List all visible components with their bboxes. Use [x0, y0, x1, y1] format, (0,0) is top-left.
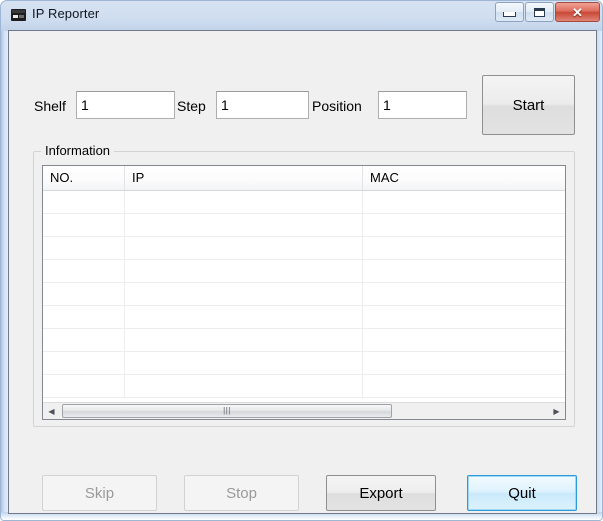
scroll-right-arrow-icon[interactable]: ▶: [548, 403, 565, 419]
information-listview[interactable]: NO. IP MAC ◀ ||| ▶: [42, 165, 566, 420]
table-cell-mac: [363, 214, 565, 236]
table-row[interactable]: [43, 237, 565, 260]
table-row[interactable]: [43, 375, 565, 398]
table-cell-mac: [363, 260, 565, 282]
position-input[interactable]: [378, 91, 467, 119]
column-header-mac[interactable]: MAC: [363, 166, 565, 190]
scrollbar-thumb[interactable]: |||: [62, 404, 392, 418]
window-controls: ✕: [494, 2, 600, 22]
table-cell-no: [43, 352, 125, 374]
window-frame-left: [1, 31, 8, 520]
quit-button[interactable]: Quit: [467, 475, 577, 511]
client-area: Shelf Step Position Start Information NO…: [8, 30, 597, 514]
title-bar[interactable]: IP Reporter ✕: [1, 1, 602, 30]
step-input[interactable]: [216, 91, 309, 119]
table-row[interactable]: [43, 214, 565, 237]
minimize-icon: [503, 12, 516, 17]
column-header-no[interactable]: NO.: [43, 166, 125, 190]
table-cell-ip: [125, 306, 363, 328]
shelf-label: Shelf: [34, 98, 66, 114]
maximize-button[interactable]: [525, 2, 554, 22]
stop-button[interactable]: Stop: [184, 475, 299, 511]
minimize-button[interactable]: [495, 2, 524, 22]
table-row[interactable]: [43, 352, 565, 375]
table-cell-ip: [125, 191, 363, 213]
skip-button[interactable]: Skip: [42, 475, 157, 511]
close-button[interactable]: ✕: [555, 2, 600, 22]
listview-header: NO. IP MAC: [43, 166, 565, 191]
table-cell-no: [43, 375, 125, 397]
table-cell-no: [43, 214, 125, 236]
scrollbar-track[interactable]: |||: [60, 403, 548, 419]
horizontal-scrollbar[interactable]: ◀ ||| ▶: [43, 402, 565, 419]
step-label: Step: [177, 98, 206, 114]
table-cell-ip: [125, 329, 363, 351]
start-button[interactable]: Start: [482, 75, 575, 135]
position-label: Position: [312, 98, 362, 114]
close-icon: ✕: [572, 4, 583, 20]
table-cell-mac: [363, 306, 565, 328]
maximize-icon: [534, 7, 545, 17]
table-cell-mac: [363, 375, 565, 397]
table-cell-no: [43, 283, 125, 305]
table-cell-ip: [125, 283, 363, 305]
app-window: IP Reporter ✕ Shelf Step Position Start …: [0, 0, 603, 521]
table-cell-ip: [125, 260, 363, 282]
listview-body: [43, 191, 565, 402]
shelf-input[interactable]: [76, 91, 175, 119]
information-legend: Information: [41, 143, 115, 158]
scrollbar-grip-icon: |||: [223, 406, 231, 415]
table-cell-ip: [125, 352, 363, 374]
table-cell-mac: [363, 237, 565, 259]
table-cell-mac: [363, 329, 565, 351]
table-cell-no: [43, 306, 125, 328]
table-row[interactable]: [43, 306, 565, 329]
table-cell-ip: [125, 214, 363, 236]
export-button[interactable]: Export: [326, 475, 436, 511]
table-cell-no: [43, 237, 125, 259]
table-cell-no: [43, 260, 125, 282]
table-row[interactable]: [43, 283, 565, 306]
table-cell-no: [43, 329, 125, 351]
app-device-icon: [10, 7, 27, 23]
column-header-ip[interactable]: IP: [125, 166, 363, 190]
table-cell-ip: [125, 237, 363, 259]
window-title: IP Reporter: [32, 6, 100, 21]
table-cell-ip: [125, 375, 363, 397]
table-cell-mac: [363, 352, 565, 374]
table-row[interactable]: [43, 260, 565, 283]
table-row[interactable]: [43, 329, 565, 352]
scroll-left-arrow-icon[interactable]: ◀: [43, 403, 60, 419]
table-row[interactable]: [43, 191, 565, 214]
table-cell-mac: [363, 191, 565, 213]
table-cell-mac: [363, 283, 565, 305]
table-cell-no: [43, 191, 125, 213]
